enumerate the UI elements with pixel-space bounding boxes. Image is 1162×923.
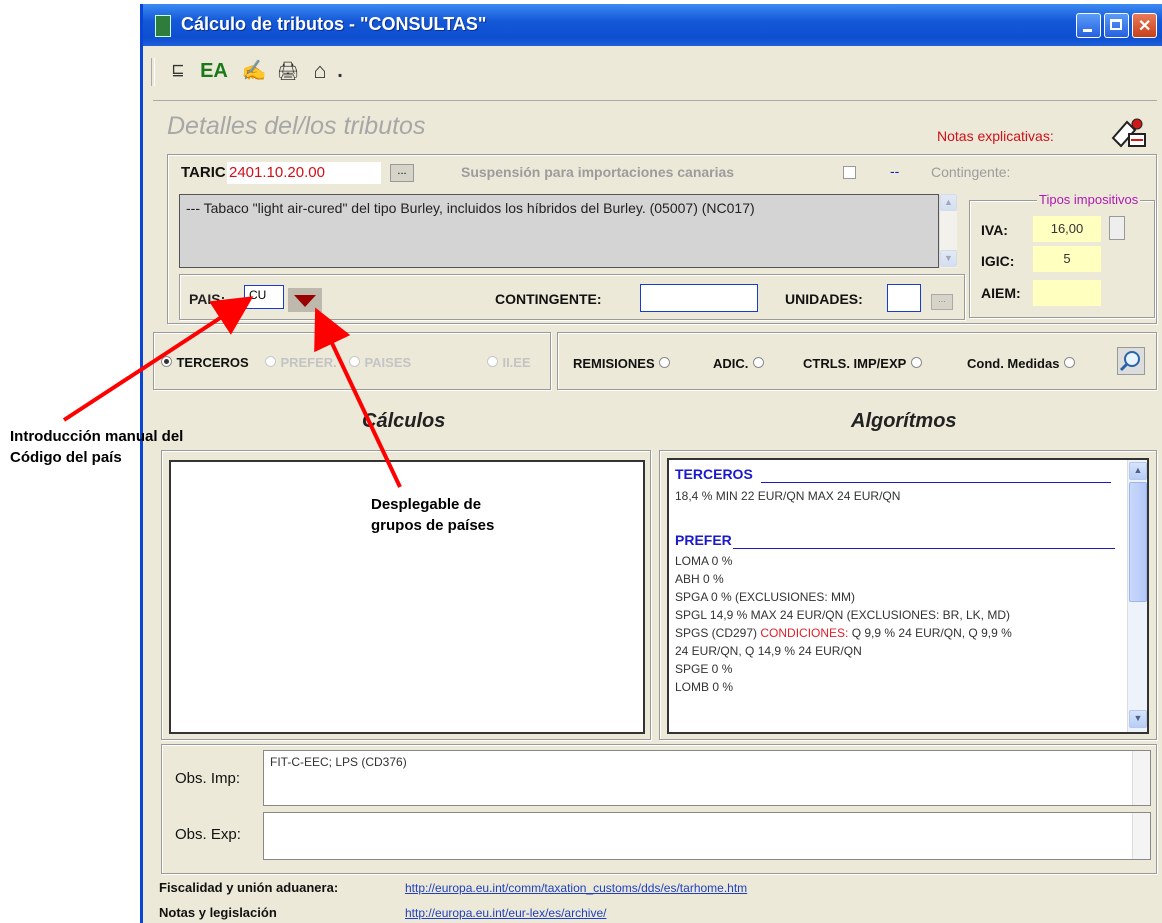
annotation-manual-line1: Introducción manual del xyxy=(10,428,184,445)
arrow-dropdown xyxy=(314,307,402,488)
annotation-manual-line2: Código del país xyxy=(10,449,122,466)
annotation-dropdown-line2: grupos de países xyxy=(371,517,495,534)
arrow-manual-entry xyxy=(62,296,254,422)
annotation-dropdown-line1: Desplegable de xyxy=(371,496,482,513)
annotation-dropdown: Desplegable de grupos de países xyxy=(371,494,494,536)
annotation-manual-entry: Introducción manual del Código del país xyxy=(10,426,183,468)
